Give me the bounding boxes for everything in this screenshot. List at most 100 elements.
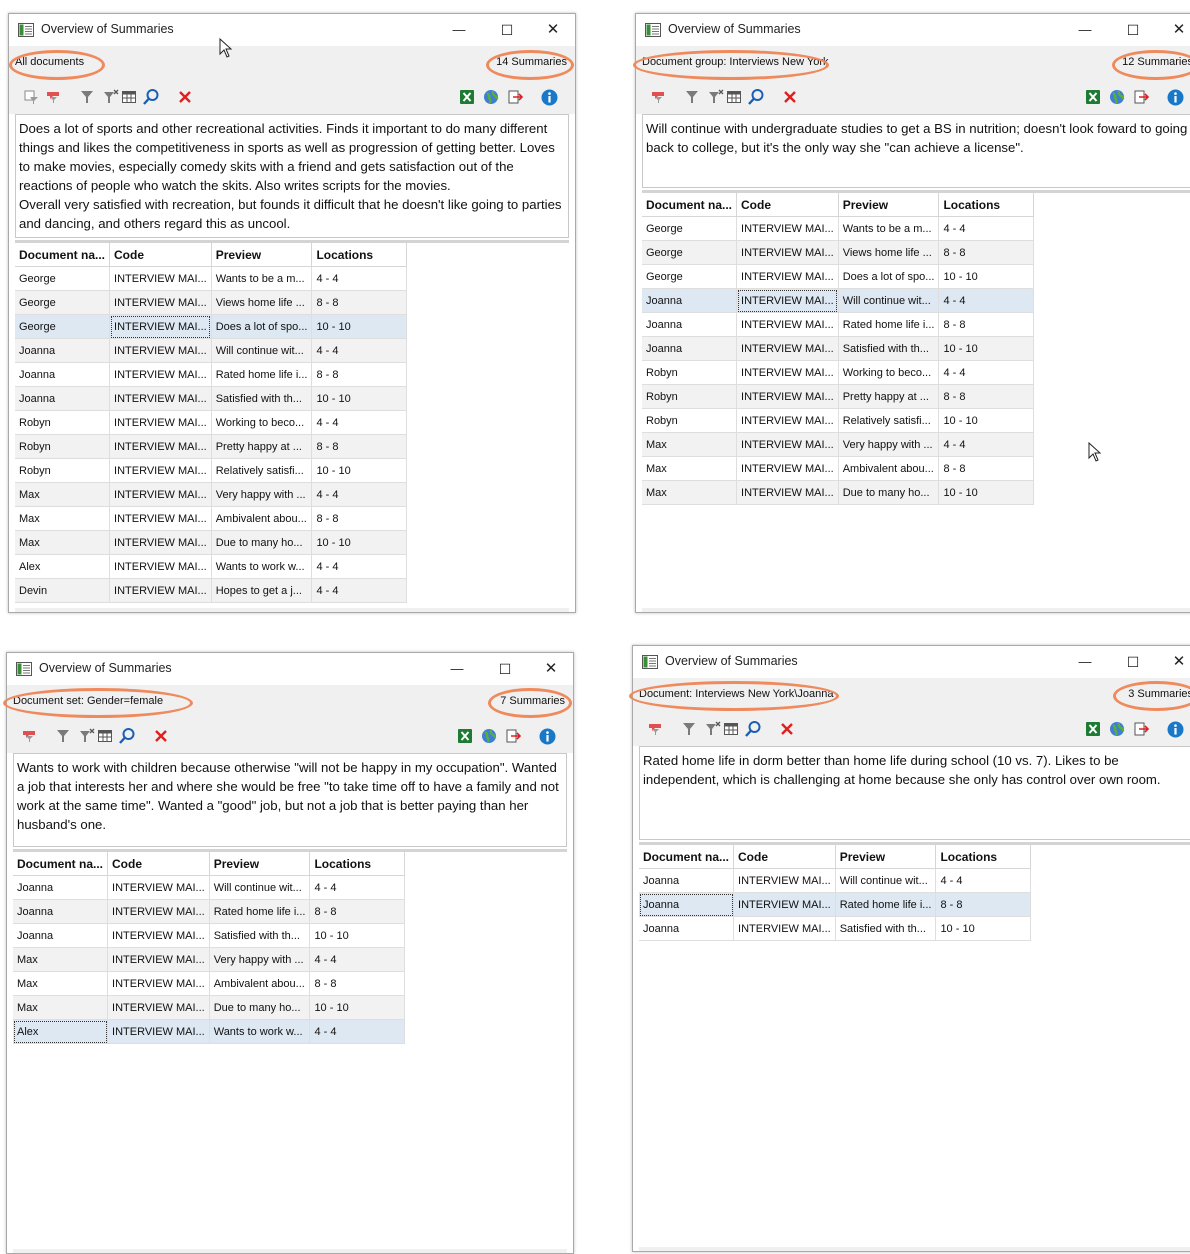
clear-filter-icon[interactable] — [706, 87, 726, 107]
table-cell[interactable]: INTERVIEW MAI... — [109, 458, 212, 483]
table-cell[interactable]: 10 - 10 — [311, 386, 408, 411]
preview-column-header[interactable]: Preview — [838, 193, 940, 217]
table-row[interactable]: Robyn INTERVIEW MAI... Relatively satisfi.… — [642, 408, 1035, 433]
table-cell[interactable]: INTERVIEW MAI... — [736, 336, 839, 361]
preview-column-header[interactable]: Preview — [211, 243, 313, 267]
table-cell[interactable]: INTERVIEW MAI... — [733, 916, 836, 941]
table-cell[interactable]: 10 - 10 — [938, 408, 1035, 433]
table-cell[interactable]: Max — [15, 506, 111, 531]
table-cell[interactable]: INTERVIEW MAI... — [107, 1019, 210, 1044]
table-cell[interactable]: Wants to be a m... — [838, 216, 940, 241]
table-cell[interactable]: 4 - 4 — [311, 578, 408, 603]
table-cell[interactable]: Ambivalent abou... — [838, 456, 940, 481]
export-icon[interactable] — [503, 726, 523, 746]
table-cell[interactable]: Max — [13, 947, 109, 972]
table-cell[interactable]: Max — [15, 530, 111, 555]
document-name-column-header[interactable]: Document na... — [639, 845, 735, 869]
clear-filter-icon[interactable] — [703, 719, 723, 739]
table-cell[interactable]: 8 - 8 — [938, 384, 1035, 409]
table-row[interactable]: Robyn INTERVIEW MAI... Pretty happy at ...… — [15, 434, 408, 459]
table-cell[interactable]: Satisfied with th... — [838, 336, 940, 361]
table-cell[interactable]: Robyn — [15, 434, 111, 459]
table-cell[interactable]: 4 - 4 — [309, 947, 406, 972]
table-cell[interactable]: INTERVIEW MAI... — [109, 386, 212, 411]
table-cell[interactable]: George — [642, 216, 738, 241]
table-cell[interactable]: INTERVIEW MAI... — [109, 410, 212, 435]
table-row[interactable]: Joanna INTERVIEW MAI... Rated home life i.… — [642, 312, 1035, 337]
table-cell[interactable]: 10 - 10 — [311, 458, 408, 483]
code-tag-icon[interactable] — [19, 726, 39, 746]
table-cell[interactable]: Alex — [13, 1019, 109, 1044]
table-cell[interactable]: 10 - 10 — [311, 314, 408, 339]
table-row[interactable]: Alex INTERVIEW MAI... Wants to work w... 4 … — [15, 554, 408, 579]
table-cell[interactable]: Max — [13, 995, 109, 1020]
table-cell[interactable]: Joanna — [13, 875, 109, 900]
table-cell[interactable]: Wants to be a m... — [211, 266, 313, 291]
table-row[interactable]: Joanna INTERVIEW MAI... Satisfied with th.… — [15, 386, 408, 411]
table-cell[interactable]: INTERVIEW MAI... — [736, 432, 839, 457]
table-cell[interactable]: George — [642, 240, 738, 265]
table-cell[interactable]: Max — [13, 971, 109, 996]
table-cell[interactable]: 10 - 10 — [938, 336, 1035, 361]
table-row[interactable]: Joanna INTERVIEW MAI... Satisfied with th.… — [13, 923, 406, 948]
table-row[interactable]: George INTERVIEW MAI... Does a lot of spo.… — [642, 264, 1035, 289]
table-cell[interactable]: 8 - 8 — [938, 312, 1035, 337]
table-columns-icon[interactable] — [119, 87, 139, 107]
table-cell[interactable]: INTERVIEW MAI... — [107, 971, 210, 996]
table-cell[interactable]: INTERVIEW MAI... — [736, 384, 839, 409]
table-cell[interactable]: INTERVIEW MAI... — [733, 892, 836, 917]
close-button[interactable]: ✕ — [1159, 650, 1190, 674]
table-cell[interactable]: Relatively satisfi... — [211, 458, 313, 483]
search-icon[interactable] — [746, 87, 766, 107]
table-cell[interactable]: INTERVIEW MAI... — [736, 312, 839, 337]
minimize-button[interactable]: — — [1065, 650, 1105, 674]
table-cell[interactable]: Due to many ho... — [209, 995, 311, 1020]
table-cell[interactable]: 4 - 4 — [938, 288, 1035, 313]
table-cell[interactable]: Joanna — [639, 868, 735, 893]
table-cell[interactable]: 10 - 10 — [311, 530, 408, 555]
table-row[interactable]: Max INTERVIEW MAI... Very happy with ... 4 … — [642, 432, 1035, 457]
table-cell[interactable]: 4 - 4 — [935, 868, 1032, 893]
maximize-button[interactable]: ☐ — [485, 657, 525, 681]
web-export-icon[interactable] — [1107, 87, 1127, 107]
delete-icon[interactable] — [777, 719, 797, 739]
table-cell[interactable]: 8 - 8 — [311, 362, 408, 387]
search-icon[interactable] — [117, 726, 137, 746]
table-cell[interactable]: George — [15, 266, 111, 291]
table-row[interactable]: George INTERVIEW MAI... Wants to be a m...… — [15, 266, 408, 291]
table-row[interactable]: Max INTERVIEW MAI... Ambivalent abou... 8 -… — [15, 506, 408, 531]
locations-column-header[interactable]: Locations — [935, 845, 1032, 869]
table-cell[interactable]: Rated home life i... — [211, 362, 313, 387]
minimize-button[interactable]: — — [1065, 18, 1105, 42]
table-cell[interactable]: Views home life ... — [211, 290, 313, 315]
table-cell[interactable]: Joanna — [13, 899, 109, 924]
table-cell[interactable]: INTERVIEW MAI... — [109, 482, 212, 507]
table-cell[interactable]: George — [15, 290, 111, 315]
table-columns-icon[interactable] — [721, 719, 741, 739]
code-column-header[interactable]: Code — [107, 852, 210, 876]
table-cell[interactable]: Due to many ho... — [211, 530, 313, 555]
code-tag-icon[interactable] — [648, 87, 668, 107]
table-cell[interactable]: Will continue wit... — [209, 875, 311, 900]
export-icon[interactable] — [1131, 719, 1151, 739]
table-cell[interactable]: Rated home life i... — [835, 892, 937, 917]
table-row[interactable]: Joanna INTERVIEW MAI... Rated home life i.… — [15, 362, 408, 387]
table-cell[interactable]: Max — [642, 456, 738, 481]
table-cell[interactable]: Devin — [15, 578, 111, 603]
table-row[interactable]: Robyn INTERVIEW MAI... Working to beco... 4… — [15, 410, 408, 435]
table-cell[interactable]: 8 - 8 — [309, 971, 406, 996]
table-cell[interactable]: Joanna — [639, 892, 735, 917]
table-cell[interactable]: Relatively satisfi... — [838, 408, 940, 433]
table-cell[interactable]: Working to beco... — [211, 410, 313, 435]
preview-column-header[interactable]: Preview — [209, 852, 311, 876]
table-cell[interactable]: 10 - 10 — [309, 923, 406, 948]
export-icon[interactable] — [1131, 87, 1151, 107]
table-cell[interactable]: INTERVIEW MAI... — [107, 995, 210, 1020]
table-row[interactable]: George INTERVIEW MAI... Wants to be a m...… — [642, 216, 1035, 241]
table-row[interactable]: Max INTERVIEW MAI... Very happy with ... 4 … — [13, 947, 406, 972]
minimize-button[interactable]: — — [439, 18, 479, 42]
table-row[interactable]: George INTERVIEW MAI... Views home life ..… — [15, 290, 408, 315]
table-cell[interactable]: 8 - 8 — [309, 899, 406, 924]
table-cell[interactable]: Joanna — [13, 923, 109, 948]
table-cell[interactable]: Will continue wit... — [838, 288, 940, 313]
